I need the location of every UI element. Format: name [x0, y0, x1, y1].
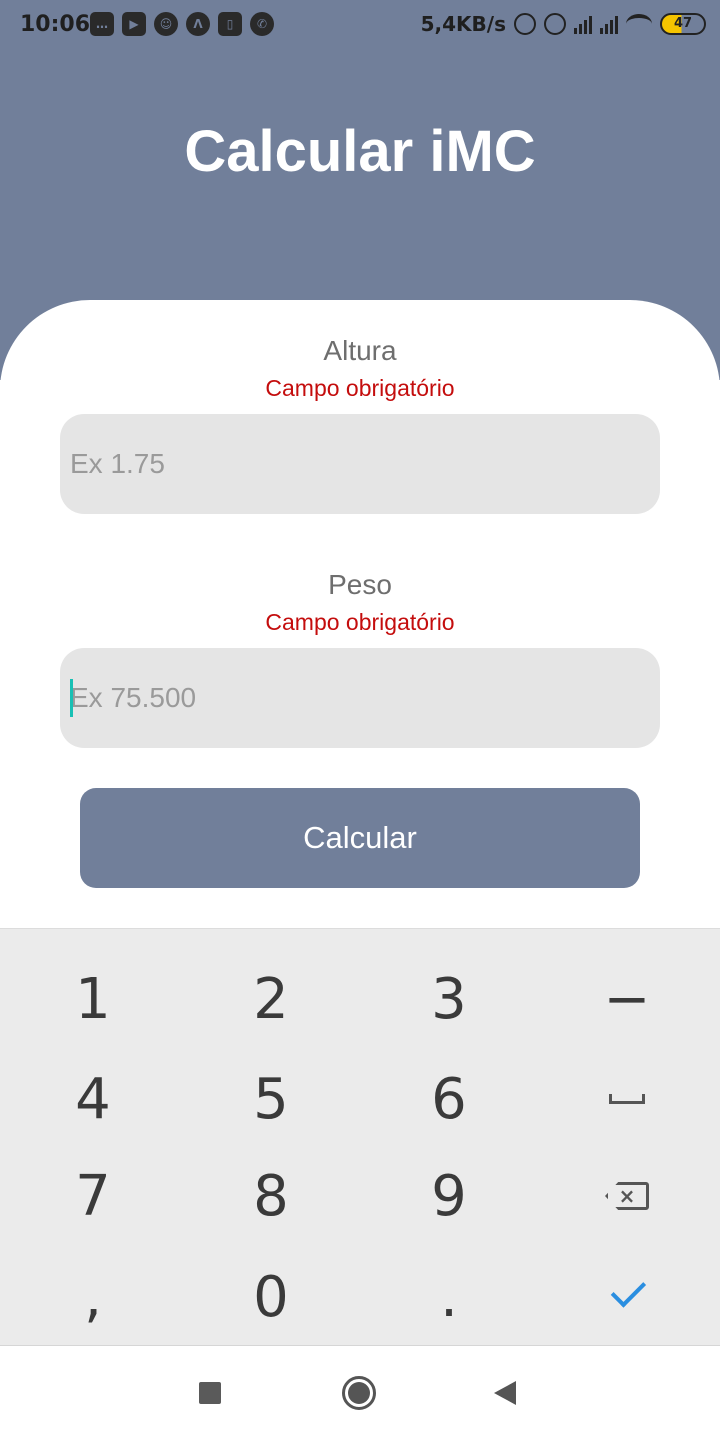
recents-icon[interactable]: [199, 1382, 221, 1404]
key-3[interactable]: 3: [359, 949, 539, 1049]
height-error: Campo obrigatório: [265, 375, 455, 401]
key-space[interactable]: [537, 1049, 717, 1149]
key-0[interactable]: 0: [181, 1247, 361, 1347]
key-8[interactable]: 8: [181, 1146, 361, 1246]
weight-label: Peso: [328, 569, 392, 600]
key-9[interactable]: 9: [359, 1146, 539, 1246]
bell-off-icon: [514, 13, 536, 35]
wifi-icon: [626, 14, 652, 34]
key-comma[interactable]: ,: [3, 1247, 183, 1347]
arc-icon: Λ: [186, 12, 210, 36]
height-label: Altura: [323, 335, 397, 366]
home-icon[interactable]: [342, 1376, 376, 1410]
status-bar: 10:06 … ▶ ☺ Λ ▯ ✆ 5,4KB/s 47: [0, 0, 720, 52]
key-4[interactable]: 4: [3, 1049, 183, 1149]
sim-icon: ▯: [218, 12, 242, 36]
back-icon[interactable]: [494, 1381, 516, 1405]
battery-icon: 47: [660, 13, 706, 35]
calculate-button[interactable]: Calcular: [80, 788, 640, 888]
key-1[interactable]: 1: [3, 949, 183, 1049]
signal-icon: [600, 14, 618, 34]
key-5[interactable]: 5: [181, 1049, 361, 1149]
youtube-icon: ▶: [122, 12, 146, 36]
signal-icon: [574, 14, 592, 34]
key-minus[interactable]: −: [537, 949, 717, 1049]
key-2[interactable]: 2: [181, 949, 361, 1049]
message-icon: …: [90, 12, 114, 36]
key-done[interactable]: [537, 1247, 717, 1347]
alarm-icon: [544, 13, 566, 35]
navigation-bar: [0, 1345, 720, 1441]
page-title: Calcular iMC: [184, 119, 536, 184]
status-time: 10:06: [20, 12, 91, 37]
text-cursor: [70, 679, 73, 717]
notification-icons: … ▶ ☺ Λ ▯ ✆: [90, 12, 274, 36]
height-input[interactable]: [60, 414, 660, 514]
numeric-keyboard: 1 2 3 − 4 5 6 7 8 9 × , 0 .: [0, 928, 720, 1346]
key-6[interactable]: 6: [359, 1049, 539, 1149]
snapchat-icon: ☺: [154, 12, 178, 36]
weight-input[interactable]: [60, 648, 660, 748]
whatsapp-icon: ✆: [250, 12, 274, 36]
space-icon: [609, 1094, 645, 1104]
network-speed: 5,4KB/s: [420, 12, 506, 36]
key-period[interactable]: .: [359, 1247, 539, 1347]
key-7[interactable]: 7: [3, 1146, 183, 1246]
backspace-icon: ×: [605, 1182, 649, 1210]
status-right: 5,4KB/s 47: [421, 12, 706, 36]
weight-error: Campo obrigatório: [265, 609, 455, 635]
key-backspace[interactable]: ×: [537, 1146, 717, 1246]
checkmark-icon: [610, 1272, 647, 1308]
